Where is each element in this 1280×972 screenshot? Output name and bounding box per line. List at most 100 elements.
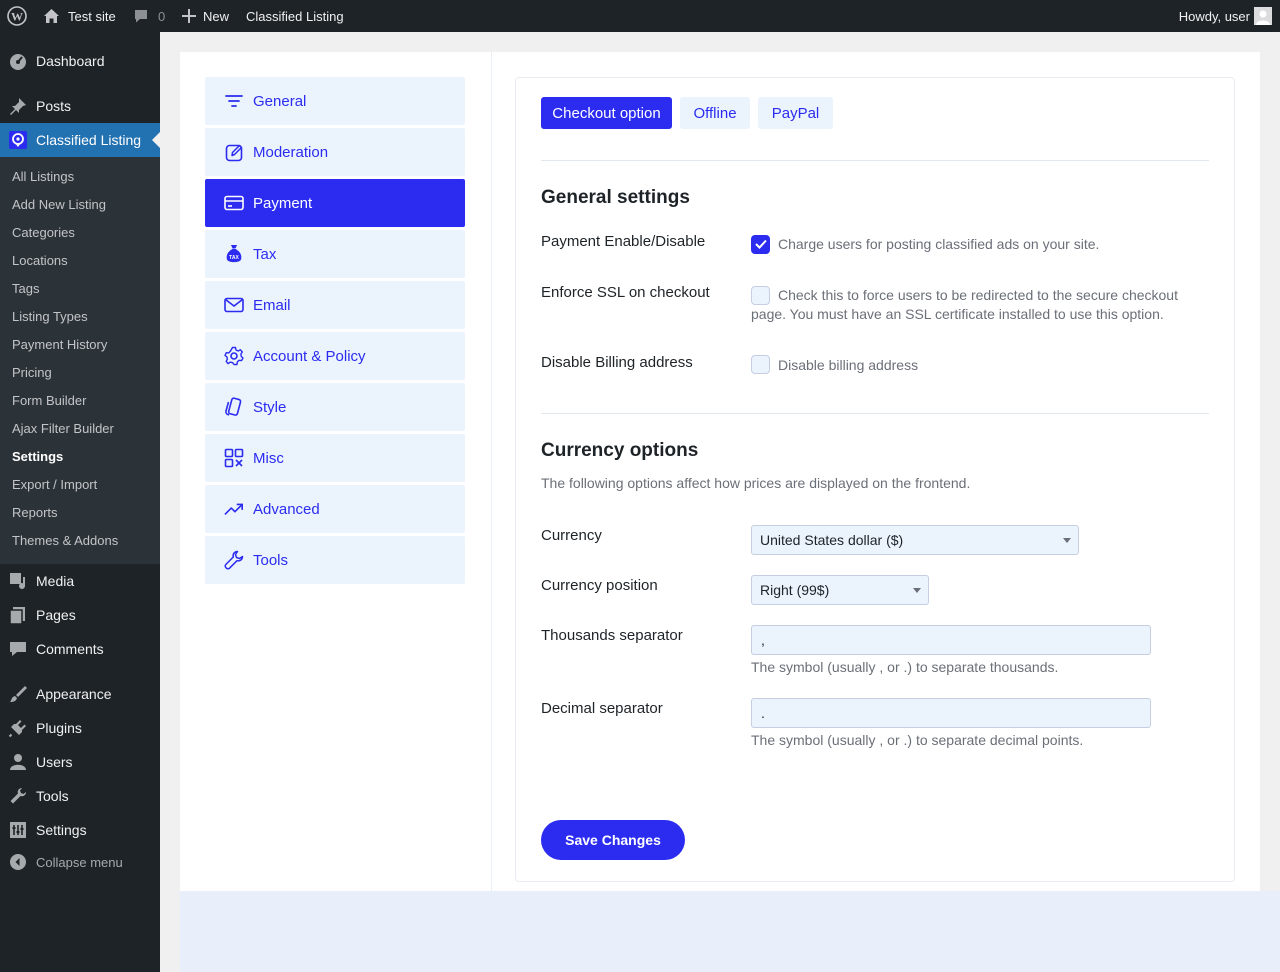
currency-select[interactable]: United States dollar ($) xyxy=(751,525,1079,555)
submenu-settings[interactable]: Settings xyxy=(12,447,63,467)
menu-label: Tools xyxy=(36,788,69,804)
filter-lines-icon xyxy=(224,91,244,111)
currency-position-label: Currency position xyxy=(541,577,658,594)
section-divider xyxy=(541,160,1209,161)
settings-nav-label: Tools xyxy=(253,551,289,569)
save-changes-button[interactable]: Save Changes xyxy=(541,820,685,860)
payment-enable-label: Payment Enable/Disable xyxy=(541,233,706,250)
settings-nav-tools[interactable]: Tools xyxy=(205,536,465,584)
plugin-icon xyxy=(0,718,36,738)
submenu-pricing[interactable]: Pricing xyxy=(12,363,52,383)
settings-nav-label: Style xyxy=(253,398,287,416)
howdy-user[interactable]: Howdy, user xyxy=(1179,0,1250,32)
submenu-reports[interactable]: Reports xyxy=(12,503,58,523)
settings-nav-label: Moderation xyxy=(253,143,329,161)
pages-icon xyxy=(0,605,36,625)
submenu-listing-types[interactable]: Listing Types xyxy=(12,307,88,327)
currency-options-heading: Currency options xyxy=(541,440,699,461)
wrench-icon xyxy=(224,550,244,570)
disable-billing-description: Disable billing address xyxy=(778,357,919,373)
classified-listing-link[interactable]: Classified Listing xyxy=(246,0,344,32)
menu-posts[interactable]: Posts xyxy=(0,89,160,123)
settings-nav-misc[interactable]: Misc xyxy=(205,434,465,482)
tab-checkout-option[interactable]: Checkout option xyxy=(541,97,672,129)
settings-nav-label: Payment xyxy=(253,194,313,212)
comments-link[interactable]: 0 xyxy=(133,0,165,32)
menu-pages[interactable]: Pages xyxy=(0,598,160,632)
menu-label: Users xyxy=(36,754,73,770)
menu-label: Appearance xyxy=(36,686,112,702)
menu-classified-listing[interactable]: Classified Listing xyxy=(0,123,160,157)
users-icon xyxy=(0,752,36,772)
site-name-link[interactable]: Test site xyxy=(43,0,116,32)
svg-text:TAX: TAX xyxy=(229,255,239,261)
submenu-themes-addons[interactable]: Themes & Addons xyxy=(12,531,118,551)
wrench-icon xyxy=(0,786,36,806)
settings-nav-label: Email xyxy=(253,296,291,314)
tax-bag-icon: TAX xyxy=(224,244,244,264)
submenu-ajax-filter-builder[interactable]: Ajax Filter Builder xyxy=(12,419,114,439)
svg-text:W: W xyxy=(11,10,23,24)
menu-label: Comments xyxy=(36,641,104,657)
submenu-all-listings[interactable]: All Listings xyxy=(12,167,74,187)
settings-nav-label: Misc xyxy=(253,449,284,467)
payment-enable-description: Charge users for posting classified ads … xyxy=(778,236,1100,252)
menu-tools[interactable]: Tools xyxy=(0,779,160,813)
settings-nav-general[interactable]: General xyxy=(205,77,465,125)
menu-plugins[interactable]: Plugins xyxy=(0,711,160,745)
settings-nav-label: Advanced xyxy=(253,500,320,518)
settings-nav-moderation[interactable]: Moderation xyxy=(205,128,465,176)
thousands-separator-input[interactable]: , xyxy=(751,625,1151,655)
envelope-icon xyxy=(224,295,244,315)
new-content-link[interactable]: New xyxy=(182,0,229,32)
settings-nav-label: General xyxy=(253,92,307,110)
dropdown-arrow-icon xyxy=(913,588,921,593)
tab-offline[interactable]: Offline xyxy=(680,97,750,129)
currency-position-select[interactable]: Right (99$) xyxy=(751,575,929,605)
menu-label: Settings xyxy=(36,822,87,838)
submenu-tags[interactable]: Tags xyxy=(12,279,39,299)
swatches-icon xyxy=(224,397,244,417)
menu-comments[interactable]: Comments xyxy=(0,632,160,666)
settings-nav-label: Account & Policy xyxy=(253,347,366,365)
dashboard-icon xyxy=(0,51,36,71)
submenu-locations[interactable]: Locations xyxy=(12,251,68,271)
dropdown-arrow-icon xyxy=(1063,538,1071,543)
new-label: New xyxy=(203,8,230,24)
menu-settings[interactable]: Settings xyxy=(0,813,160,847)
settings-nav-account-policy[interactable]: Account & Policy xyxy=(205,332,465,380)
column-divider xyxy=(491,52,492,891)
submenu-export-import[interactable]: Export / Import xyxy=(12,475,97,495)
submenu-payment-history[interactable]: Payment History xyxy=(12,335,107,355)
media-icon xyxy=(0,571,36,591)
submenu-categories[interactable]: Categories xyxy=(12,223,75,243)
currency-options-intro: The following options affect how prices … xyxy=(541,475,971,491)
submenu-form-builder[interactable]: Form Builder xyxy=(12,391,86,411)
thousands-separator-label: Thousands separator xyxy=(541,627,683,644)
settings-nav-tax[interactable]: TAX Tax xyxy=(205,230,465,278)
pin-icon xyxy=(0,96,36,116)
disable-billing-checkbox[interactable] xyxy=(751,355,770,374)
menu-appearance[interactable]: Appearance xyxy=(0,677,160,711)
settings-nav-style[interactable]: Style xyxy=(205,383,465,431)
settings-nav-advanced[interactable]: Advanced xyxy=(205,485,465,533)
menu-users[interactable]: Users xyxy=(0,745,160,779)
settings-nav-email[interactable]: Email xyxy=(205,281,465,329)
payment-enable-checkbox[interactable] xyxy=(751,235,770,254)
wordpress-logo-icon[interactable]: W xyxy=(7,0,27,32)
footer-band xyxy=(180,891,1280,972)
avatar[interactable] xyxy=(1254,0,1272,32)
paintbrush-icon xyxy=(0,684,36,704)
menu-dashboard[interactable]: Dashboard xyxy=(0,44,160,78)
classified-listing-submenu: All Listings Add New Listing Categories … xyxy=(0,157,160,564)
collapse-menu-button[interactable]: Collapse menu xyxy=(0,845,160,879)
credit-card-icon xyxy=(224,193,244,213)
plus-icon xyxy=(182,9,196,23)
thousands-separator-description: The symbol (usually , or .) to separate … xyxy=(751,659,1059,675)
menu-media[interactable]: Media xyxy=(0,564,160,598)
submenu-add-new-listing[interactable]: Add New Listing xyxy=(12,195,106,215)
tab-paypal[interactable]: PayPal xyxy=(758,97,833,129)
currency-selected-value: United States dollar ($) xyxy=(760,532,904,548)
decimal-separator-input[interactable]: . xyxy=(751,698,1151,728)
settings-nav-payment[interactable]: Payment xyxy=(205,179,465,227)
